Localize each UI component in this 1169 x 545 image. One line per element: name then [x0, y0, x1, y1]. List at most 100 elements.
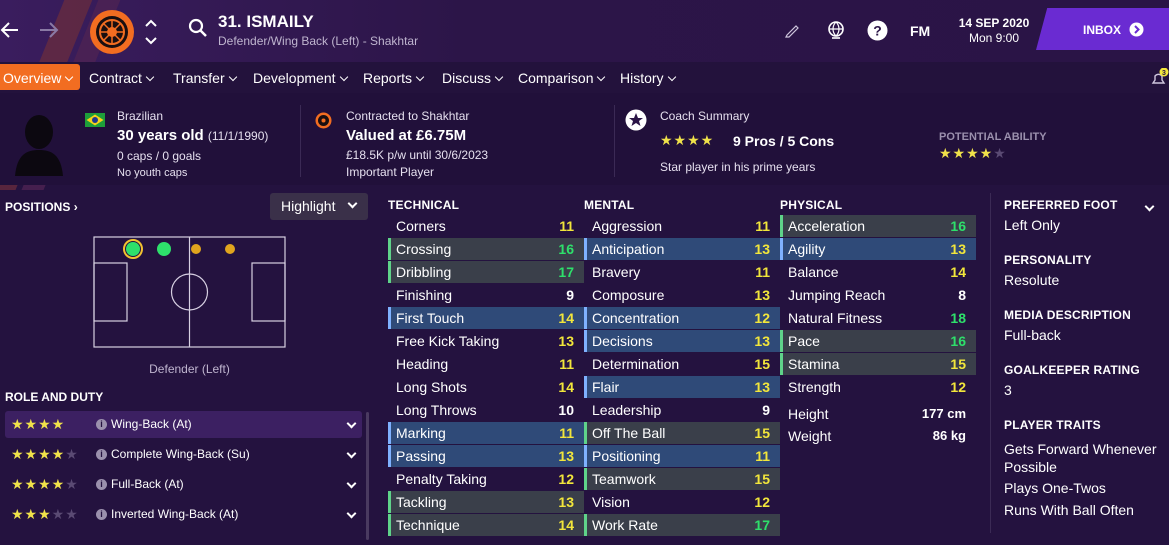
notification-bell-icon[interactable]: 3 [1150, 68, 1169, 88]
info-icon[interactable]: i [96, 419, 107, 430]
position-marker[interactable] [157, 242, 171, 256]
tab-history[interactable]: History [620, 70, 676, 86]
attribute-name: Teamwork [592, 471, 656, 487]
tab-development[interactable]: Development [253, 70, 348, 86]
attribute-name: Long Throws [396, 402, 477, 418]
search-icon[interactable] [188, 18, 208, 38]
pencil-icon[interactable] [784, 22, 800, 38]
attribute-row[interactable]: Dribbling 17 [388, 261, 584, 283]
attribute-row[interactable]: Flair 13 [584, 376, 780, 398]
chevron-down-icon[interactable] [346, 448, 357, 459]
help-icon[interactable]: ? [867, 20, 888, 41]
attribute-row[interactable]: Corners 11 [388, 215, 584, 237]
personality-title: PERSONALITY [1004, 253, 1092, 267]
top-bar: 31. ISMAILY Defender/Wing Back (Left) - … [0, 0, 1169, 190]
chevron-down-icon[interactable] [346, 478, 357, 489]
attribute-row[interactable]: Pace 16 [780, 330, 976, 352]
tab-overview[interactable]: Overview [0, 64, 81, 90]
attribute-row[interactable]: Off The Ball 15 [584, 422, 780, 444]
attribute-row[interactable]: Acceleration 16 [780, 215, 976, 237]
attribute-row[interactable]: Balance 14 [780, 261, 976, 283]
attribute-value: 11 [755, 218, 770, 234]
role-row[interactable]: ★★★★★ i Full-Back (At) [5, 471, 362, 498]
attribute-row[interactable]: Finishing 9 [388, 284, 584, 306]
fm-brand[interactable]: FM [910, 23, 930, 39]
attribute-row[interactable]: Agility 13 [780, 238, 976, 260]
squad-status: Important Player [346, 165, 435, 179]
tab-discuss[interactable]: Discuss [442, 70, 504, 86]
pros-cons[interactable]: 9 Pros / 5 Cons [733, 133, 834, 149]
attribute-value: 13 [754, 333, 770, 349]
position-marker[interactable] [225, 244, 235, 254]
attribute-row[interactable]: Teamwork 15 [584, 468, 780, 490]
attribute-row[interactable]: Natural Fitness 18 [780, 307, 976, 329]
attribute-row[interactable]: Leadership 9 [584, 399, 780, 421]
attribute-row[interactable]: First Touch 14 [388, 307, 584, 329]
info-icon[interactable]: i [96, 479, 107, 490]
attribute-name: Acceleration [788, 218, 866, 234]
highlight-marker [388, 238, 391, 260]
attribute-row[interactable]: Marking 11 [388, 422, 584, 444]
position-marker[interactable] [126, 242, 140, 256]
attribute-row[interactable]: Composure 13 [584, 284, 780, 306]
tab-contract[interactable]: Contract [89, 70, 155, 86]
back-arrow-icon[interactable] [0, 20, 20, 40]
info-icon[interactable]: i [96, 509, 107, 520]
globe-icon[interactable] [826, 20, 846, 40]
attribute-row[interactable]: Long Shots 14 [388, 376, 584, 398]
media-description-value: Full-back [1004, 327, 1061, 343]
attribute-name: Tackling [396, 494, 447, 510]
attribute-row[interactable]: Stamina 15 [780, 353, 976, 375]
attribute-row[interactable]: Vision 12 [584, 491, 780, 513]
info-icon[interactable]: i [96, 449, 107, 460]
attribute-row[interactable]: Concentration 12 [584, 307, 780, 329]
contracted-to: Contracted to Shakhtar [346, 109, 470, 123]
attribute-row[interactable]: Free Kick Taking 13 [388, 330, 584, 352]
age-value: 30 years old [117, 127, 204, 144]
attribute-row[interactable]: Crossing 16 [388, 238, 584, 260]
attribute-row[interactable]: Heading 11 [388, 353, 584, 375]
attribute-row[interactable]: Decisions 13 [584, 330, 780, 352]
attribute-row[interactable]: Positioning 11 [584, 445, 780, 467]
attribute-row[interactable]: Penalty Taking 12 [388, 468, 584, 490]
forward-arrow-icon[interactable] [38, 20, 60, 40]
tab-comparison[interactable]: Comparison [518, 70, 606, 86]
attribute-row[interactable]: Anticipation 13 [584, 238, 780, 260]
preferred-foot-title: PREFERRED FOOT [1004, 198, 1118, 212]
attribute-row[interactable]: Passing 13 [388, 445, 584, 467]
positions-link[interactable]: POSITIONS › [5, 200, 78, 214]
chevron-down-icon[interactable] [1144, 201, 1155, 212]
position-marker[interactable] [191, 244, 201, 254]
attribute-row[interactable]: Bravery 11 [584, 261, 780, 283]
attribute-row[interactable]: Work Rate 17 [584, 514, 780, 536]
chevron-down-icon[interactable] [346, 508, 357, 519]
player-switch-icon[interactable] [144, 18, 158, 46]
attribute-row[interactable]: Long Throws 10 [388, 399, 584, 421]
brazil-flag-icon [85, 113, 105, 127]
attribute-row[interactable]: Aggression 11 [584, 215, 780, 237]
highlight-marker [388, 261, 391, 283]
tab-transfer[interactable]: Transfer [173, 70, 237, 86]
chevron-down-icon [228, 72, 237, 82]
attribute-row[interactable]: Tackling 13 [388, 491, 584, 513]
attribute-value: 12 [754, 494, 770, 510]
attribute-row[interactable]: Determination 15 [584, 353, 780, 375]
tab-bar: Overview Contract Transfer Development R… [0, 62, 1169, 93]
wage: £18.5K p/w until 30/6/2023 [346, 148, 489, 162]
chevron-down-icon[interactable] [346, 418, 357, 429]
attribute-value: 12 [950, 379, 966, 395]
role-row[interactable]: ★★★★ i Wing-Back (At) [5, 411, 362, 438]
attribute-row[interactable]: Technique 14 [388, 514, 584, 536]
attribute-value: 14 [558, 517, 574, 533]
role-list-scrollbar[interactable] [366, 412, 369, 540]
role-row[interactable]: ★★★★★ i Inverted Wing-Back (At) [5, 501, 362, 528]
role-row[interactable]: ★★★★★ i Complete Wing-Back (Su) [5, 441, 362, 468]
attribute-row[interactable]: Strength 12 [780, 376, 976, 398]
tab-reports[interactable]: Reports [363, 70, 425, 86]
inbox-button[interactable]: INBOX [1036, 8, 1169, 50]
highlight-dropdown[interactable]: Highlight [270, 193, 368, 220]
attribute-row[interactable]: Jumping Reach 8 [780, 284, 976, 306]
highlight-label: Highlight [281, 198, 336, 214]
attribute-name: Dribbling [396, 264, 452, 280]
attribute-name: Crossing [396, 241, 452, 257]
